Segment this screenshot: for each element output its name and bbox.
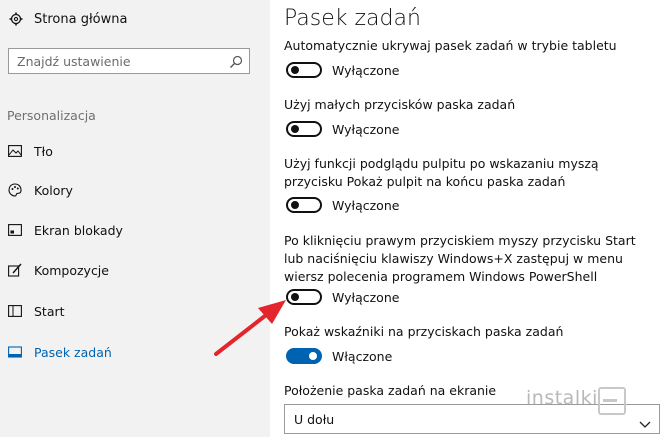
toggle-peek-desktop[interactable] <box>286 197 322 213</box>
toggle-knob <box>291 66 299 74</box>
setting-label: Użyj funkcji podglądu pulpitu po wskazan… <box>284 156 599 189</box>
chevron-down-icon <box>639 414 651 428</box>
setting-label: Po kliknięciu prawym przyciskiem myszy p… <box>284 233 636 284</box>
sidebar-item-label: Tło <box>34 143 53 159</box>
lock-screen-icon <box>7 222 23 238</box>
toggle-knob <box>291 293 299 301</box>
sidebar-item-label: Ekran blokady <box>34 222 123 238</box>
page-title: Pasek zadań <box>284 6 421 31</box>
toggle-state: Wyłączone <box>332 198 400 213</box>
sidebar-item-label: Pasek zadań <box>34 344 112 360</box>
select-value: U dołu <box>294 412 335 427</box>
search-input[interactable]: Znajdź ustawienie <box>8 48 250 74</box>
themes-brush-icon <box>7 262 23 278</box>
toggle-auto-hide-tablet[interactable] <box>286 62 322 78</box>
sidebar-item-taskbar[interactable]: Pasek zadań <box>7 344 112 360</box>
toggle-state: Wyłączone <box>332 290 400 305</box>
toggle-badges[interactable] <box>286 348 322 364</box>
search-icon[interactable] <box>229 54 243 68</box>
watermark-logo-icon <box>598 387 626 415</box>
search-placeholder: Znajdź ustawienie <box>17 54 131 69</box>
sidebar-item-start[interactable]: Start <box>7 303 65 319</box>
main-panel: Pasek zadań Automatycznie ukrywaj pasek … <box>270 0 660 437</box>
toggle-powershell[interactable] <box>286 289 322 305</box>
sidebar: Strona główna Znajdź ustawienie Personal… <box>0 0 270 437</box>
sidebar-item-colors[interactable]: Kolory <box>7 182 73 198</box>
toggle-knob <box>291 125 299 133</box>
start-grid-icon <box>7 303 23 319</box>
setting-label: Użyj małych przycisków paska zadań <box>284 97 516 112</box>
toggle-knob <box>291 201 299 209</box>
sidebar-item-label: Start <box>34 303 65 319</box>
sidebar-item-label: Kompozycje <box>34 262 109 278</box>
picture-icon <box>7 143 23 159</box>
sidebar-item-label: Kolory <box>34 182 73 198</box>
watermark-text: instalki <box>526 387 598 409</box>
sidebar-item-lock-screen[interactable]: Ekran blokady <box>7 222 123 238</box>
palette-icon <box>7 182 23 198</box>
toggle-small-buttons[interactable] <box>286 121 322 137</box>
taskbar-icon <box>7 344 23 360</box>
gear-icon <box>8 11 24 27</box>
setting-label: Automatycznie ukrywaj pasek zadań w tryb… <box>284 38 617 53</box>
toggle-state: Wyłączone <box>332 63 400 78</box>
toggle-state: Wyłączone <box>332 122 400 137</box>
sidebar-item-themes[interactable]: Kompozycje <box>7 262 109 278</box>
section-label: Personalizacja <box>7 108 96 123</box>
red-arrow-annotation <box>214 300 286 356</box>
home-label: Strona główna <box>34 11 128 27</box>
sidebar-item-background[interactable]: Tło <box>7 143 53 159</box>
toggle-state: Włączone <box>332 349 393 364</box>
setting-label: Pokaż wskaźniki na przyciskach paska zad… <box>284 324 564 339</box>
home-link[interactable]: Strona główna <box>8 11 127 27</box>
toggle-knob <box>309 352 317 360</box>
